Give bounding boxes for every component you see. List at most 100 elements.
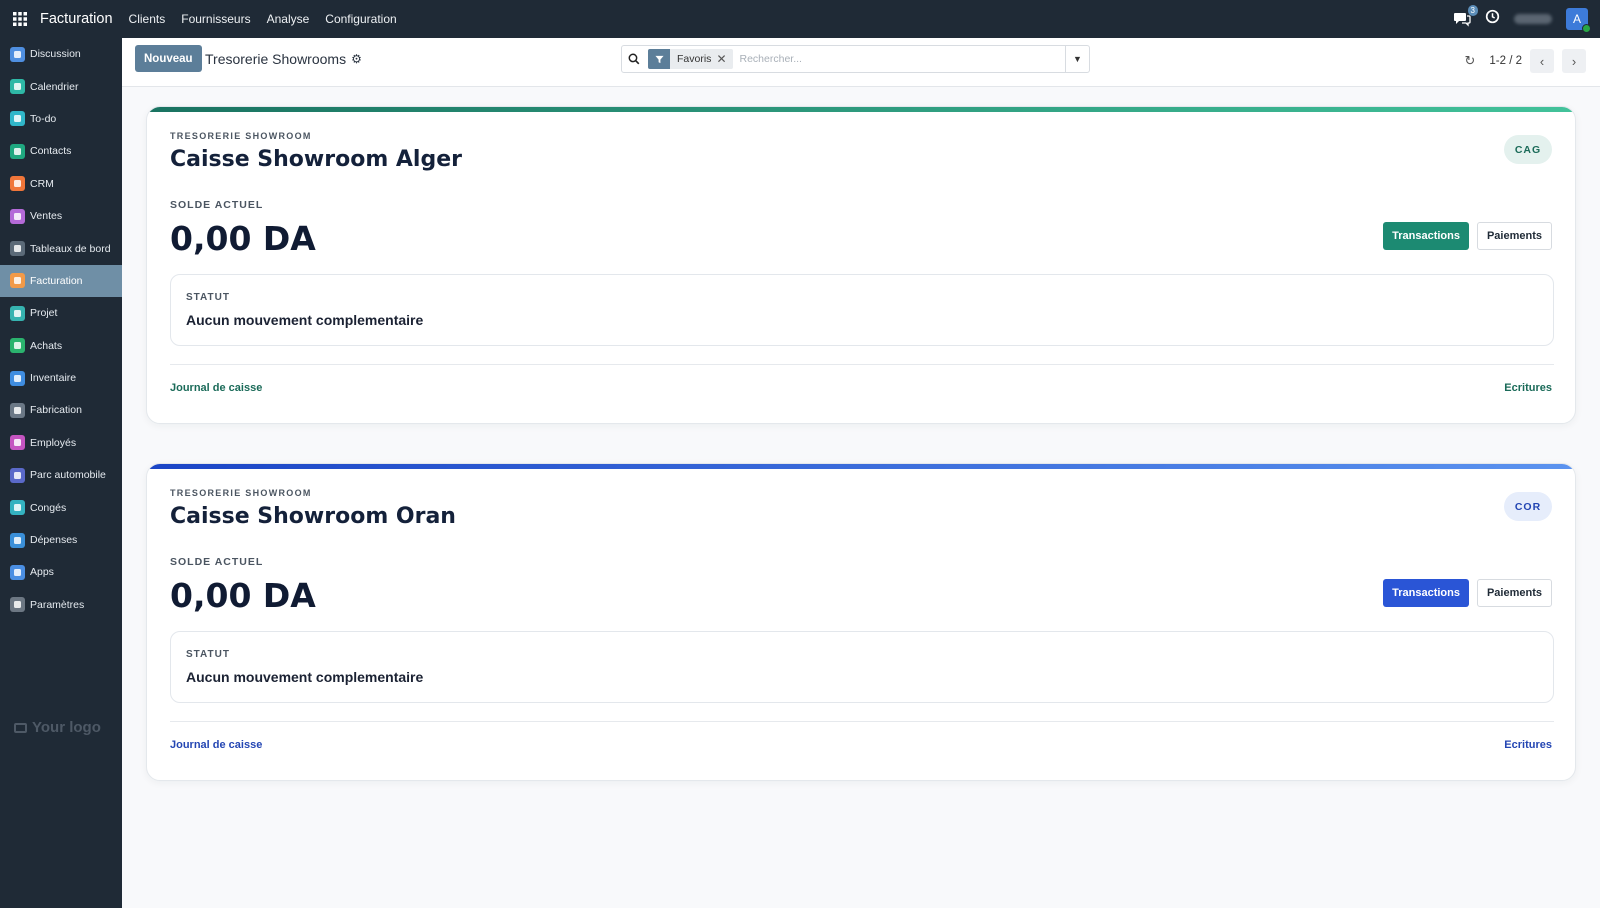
filter-facet: Favoris ✕ xyxy=(648,49,733,69)
balance-amount: 0,00 DA xyxy=(170,219,316,258)
sidebar-item[interactable]: Facturation xyxy=(0,264,122,298)
chat-count-badge: 3 xyxy=(1467,5,1478,16)
app-icon xyxy=(10,370,25,386)
sidebar-item[interactable]: Dépenses xyxy=(0,524,122,556)
sidebar-item-label: Tableaux de bord xyxy=(30,242,111,255)
sidebar-item[interactable]: Employés xyxy=(0,427,122,459)
card-title: Caisse Showroom Alger xyxy=(170,147,462,172)
sidebar-item[interactable]: Discussion xyxy=(0,38,122,70)
paiements-button[interactable]: Paiements xyxy=(1476,222,1552,250)
sidebar-item[interactable]: Apps xyxy=(0,556,122,588)
pager-value[interactable]: 1-2 / 2 xyxy=(1489,55,1522,67)
sidebar-list: Discussion Calendrier To-do Contacts CRM Vent… xyxy=(0,38,122,621)
transactions-button[interactable]: Transactions xyxy=(1383,222,1469,250)
status-label: STATUT xyxy=(186,292,230,303)
ecritures-link[interactable]: Ecritures xyxy=(1504,382,1552,394)
sidebar-item-label: Projet xyxy=(30,307,58,320)
sidebar-item-label: Ventes xyxy=(30,210,63,223)
sidebar-item[interactable]: CRM xyxy=(0,168,122,200)
journal-link[interactable]: Journal de caisse xyxy=(170,382,262,394)
control-panel: Nouveau Tresorerie Showrooms ⚙ Favoris ✕… xyxy=(122,38,1600,87)
menu-fournisseurs[interactable]: Fournisseurs xyxy=(181,12,250,26)
balance-label: SOLDE ACTUEL xyxy=(170,199,264,211)
company-name-blurred[interactable] xyxy=(1514,14,1552,24)
sidebar-item[interactable]: Paramètres xyxy=(0,589,122,621)
sidebar-item-label: Employés xyxy=(30,436,77,449)
camera-icon xyxy=(14,722,27,733)
sidebar-item-label: CRM xyxy=(30,177,54,190)
card-title: Caisse Showroom Oran xyxy=(170,504,456,529)
card-accent-stripe xyxy=(147,107,1575,112)
search-icon[interactable] xyxy=(622,53,646,65)
journal-link[interactable]: Journal de caisse xyxy=(170,739,262,751)
menu-analyse[interactable]: Analyse xyxy=(267,12,310,26)
app-icon xyxy=(10,273,25,289)
card-accent-stripe xyxy=(147,464,1575,469)
search-bar: Favoris ✕ ▼ xyxy=(621,45,1090,73)
sidebar-item[interactable]: Parc automobile xyxy=(0,459,122,491)
app-icon xyxy=(10,402,25,418)
menu-configuration[interactable]: Configuration xyxy=(325,12,396,26)
filter-icon xyxy=(648,49,670,69)
user-avatar[interactable]: A xyxy=(1566,8,1591,33)
app-name[interactable]: Facturation xyxy=(40,11,113,27)
sidebar-item[interactable]: Fabrication xyxy=(0,394,122,426)
new-button[interactable]: Nouveau xyxy=(135,45,202,72)
sidebar-item[interactable]: Ventes xyxy=(0,200,122,232)
chevron-right-icon[interactable]: › xyxy=(1562,49,1586,73)
sidebar-item-label: Fabrication xyxy=(30,404,82,417)
chevron-left-icon[interactable]: ‹ xyxy=(1530,49,1554,73)
sidebar-item[interactable]: Calendrier xyxy=(0,70,122,102)
journal-code-badge: COR xyxy=(1504,492,1552,521)
gear-icon[interactable]: ⚙ xyxy=(351,52,362,66)
activity-clock-icon[interactable] xyxy=(1485,9,1500,29)
status-text: Aucun mouvement complementaire xyxy=(186,312,424,328)
sidebar-item[interactable]: Projet xyxy=(0,297,122,329)
logo-text: Your logo xyxy=(32,719,101,736)
refresh-icon[interactable]: ↻ xyxy=(1464,53,1475,69)
status-text: Aucun mouvement complementaire xyxy=(186,669,424,685)
sidebar-item-label: Facturation xyxy=(30,274,83,287)
systray: 3 A xyxy=(1453,5,1600,33)
avatar-letter: A xyxy=(1572,12,1581,26)
card-divider xyxy=(170,721,1554,722)
menu-clients[interactable]: Clients xyxy=(129,12,166,26)
sidebar-item[interactable]: To-do xyxy=(0,103,122,135)
app-icon xyxy=(10,241,25,257)
card-actions: Transactions Paiements xyxy=(1383,222,1552,250)
sidebar-item[interactable]: Inventaire xyxy=(0,362,122,394)
card-kicker: TRESORERIE SHOWROOM xyxy=(170,488,312,498)
search-options-toggle[interactable]: ▼ xyxy=(1065,46,1089,72)
top-navbar: Facturation Clients Fournisseurs Analyse… xyxy=(0,0,1600,38)
journal-code-badge: CAG xyxy=(1504,135,1552,164)
top-menu: Clients Fournisseurs Analyse Configurati… xyxy=(129,12,397,26)
app-icon xyxy=(10,338,25,354)
app-icon xyxy=(10,597,25,613)
app-icon xyxy=(10,46,25,62)
sidebar-item[interactable]: Achats xyxy=(0,330,122,362)
sidebar-item-label: Achats xyxy=(30,339,63,352)
chat-icon[interactable]: 3 xyxy=(1453,5,1478,28)
paiements-button[interactable]: Paiements xyxy=(1476,579,1552,607)
online-status-dot xyxy=(1582,24,1591,33)
app-icon xyxy=(10,467,25,483)
close-icon[interactable]: ✕ xyxy=(716,52,732,66)
sidebar-item-label: To-do xyxy=(30,112,57,125)
sidebar-item[interactable]: Contacts xyxy=(0,135,122,167)
page-title: Tresorerie Showrooms xyxy=(205,51,347,67)
apps-menu-icon[interactable] xyxy=(0,0,40,38)
app-icon xyxy=(10,305,25,321)
company-logo: Your logo xyxy=(14,719,101,736)
status-box: STATUT Aucun mouvement complementaire xyxy=(170,274,1554,346)
status-box: STATUT Aucun mouvement complementaire xyxy=(170,631,1554,703)
search-input[interactable] xyxy=(739,53,1065,65)
sidebar-item[interactable]: Tableaux de bord xyxy=(0,232,122,264)
ecritures-link[interactable]: Ecritures xyxy=(1504,739,1552,751)
sidebar-item-label: Inventaire xyxy=(30,372,77,385)
card-divider xyxy=(170,364,1554,365)
status-label: STATUT xyxy=(186,649,230,660)
breadcrumb: Tresorerie Showrooms ⚙ xyxy=(205,51,362,67)
sidebar-item[interactable]: Congés xyxy=(0,491,122,523)
transactions-button[interactable]: Transactions xyxy=(1383,579,1469,607)
card-actions: Transactions Paiements xyxy=(1383,579,1552,607)
